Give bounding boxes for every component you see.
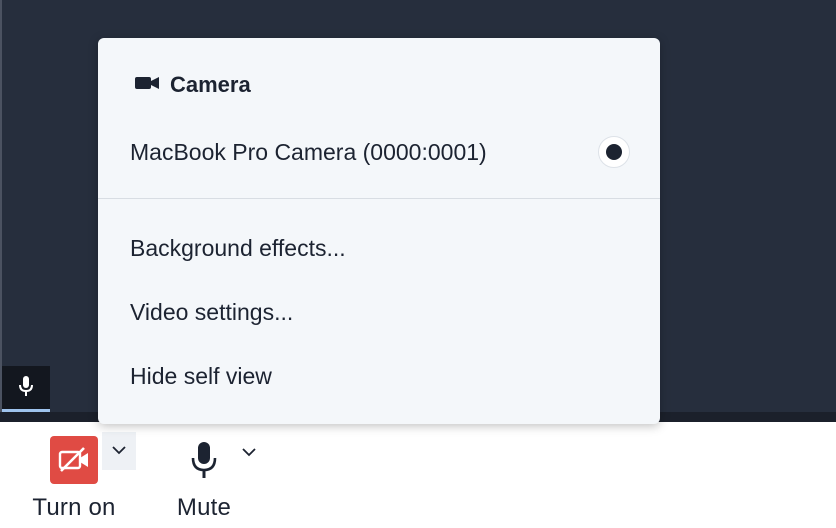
menu-item-background-effects[interactable]: Background effects... [130,228,630,268]
camera-options-chevron[interactable] [102,432,136,470]
window-edge [0,0,2,420]
microphone-options-chevron[interactable] [232,434,266,472]
chevron-down-icon [241,444,257,462]
microphone-icon [18,375,34,402]
video-off-icon [50,436,98,484]
meeting-toolbar: Turn on Mute [0,422,836,528]
menu-header: Camera [134,72,251,98]
microphone-icon [180,436,228,484]
menu-item-video-settings[interactable]: Video settings... [130,292,630,332]
menu-item-label: Video settings... [130,298,294,325]
radio-selected-dot [606,144,622,160]
camera-options-menu: Camera MacBook Pro Camera (0000:0001) Ba… [98,38,660,424]
self-view-mic-indicator[interactable] [2,366,50,410]
menu-title: Camera [170,72,251,97]
device-selected-radio[interactable] [598,136,630,168]
mute-button-label: Mute [176,494,232,521]
menu-item-label: Hide self view [130,362,272,389]
camera-device-option[interactable]: MacBook Pro Camera (0000:0001) [130,132,630,172]
camera-button-label: Turn on [32,494,116,521]
video-camera-icon [134,75,160,96]
camera-device-label: MacBook Pro Camera (0000:0001) [130,138,487,165]
menu-divider [98,198,660,199]
menu-item-label: Background effects... [130,234,346,261]
meeting-window: Turn on Mute Camera MacBook Pro Camera (… [0,0,836,528]
menu-item-hide-self-view[interactable]: Hide self view [130,356,630,396]
chevron-down-icon [111,442,127,460]
